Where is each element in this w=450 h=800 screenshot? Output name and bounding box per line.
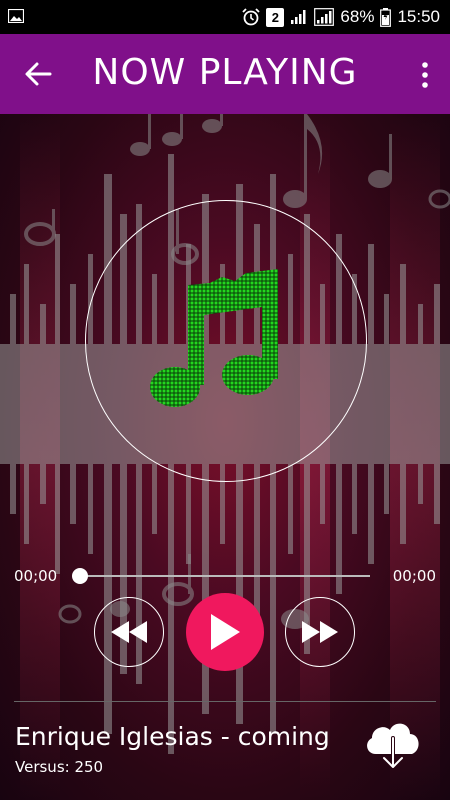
- more-vert-icon[interactable]: [420, 60, 430, 90]
- play-button[interactable]: [186, 593, 264, 671]
- app-bar: NOW PLAYING: [0, 34, 450, 114]
- duration-time: 00;00: [392, 567, 436, 585]
- clock: 15:50: [397, 7, 440, 26]
- signal-icon: [314, 8, 335, 26]
- seek-thumb[interactable]: [72, 568, 88, 584]
- music-note-icon: [150, 269, 278, 407]
- track-title: Enrique Iglesias - coming: [15, 722, 330, 751]
- battery-icon: [380, 7, 392, 27]
- fast-forward-icon: [302, 621, 338, 643]
- divider: [14, 701, 436, 702]
- rewind-icon: [111, 621, 147, 643]
- battery-percent: 68%: [340, 7, 375, 26]
- seek-bar[interactable]: [80, 575, 370, 577]
- alarm-icon: [242, 8, 261, 26]
- page-title: NOW PLAYING: [92, 52, 358, 93]
- signal-icon: [291, 10, 306, 24]
- rewind-button[interactable]: [94, 597, 164, 667]
- status-bar: 2 68% 15:50: [0, 0, 450, 34]
- sim-badge: 2: [266, 7, 285, 27]
- cloud-download-icon[interactable]: [362, 716, 424, 772]
- elapsed-time: 00;00: [14, 567, 58, 585]
- image-icon: [8, 9, 24, 23]
- track-subtitle: Versus: 250: [15, 758, 104, 776]
- fast-forward-button[interactable]: [285, 597, 355, 667]
- play-icon: [211, 614, 240, 650]
